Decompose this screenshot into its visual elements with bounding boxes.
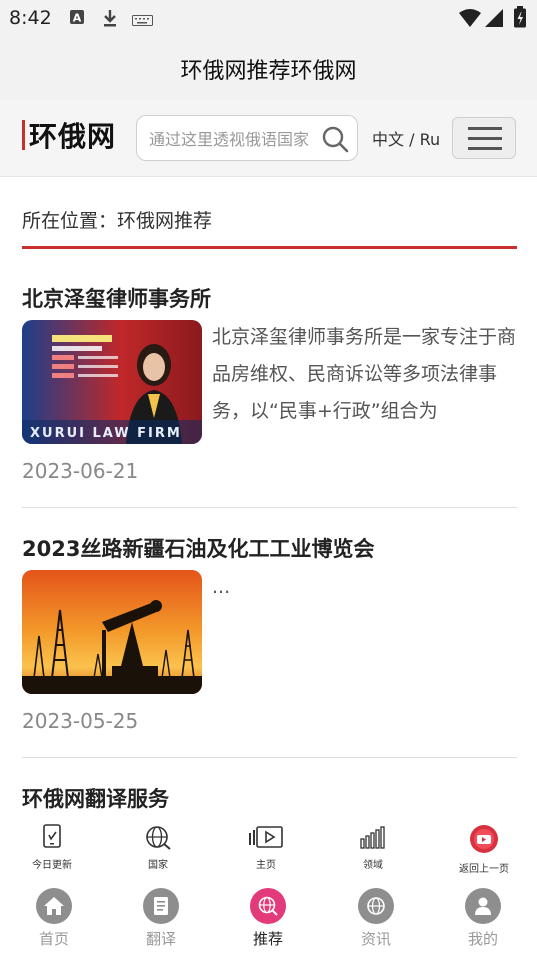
title-bar: 环俄网推荐环俄网 bbox=[0, 36, 537, 100]
nav-item-translate[interactable]: 翻译 bbox=[121, 888, 201, 949]
home-icon bbox=[36, 888, 72, 924]
quick-link-label: 领域 bbox=[363, 860, 383, 871]
menu-icon-line bbox=[468, 137, 502, 140]
logo-text: 环俄网 bbox=[29, 120, 117, 153]
quick-link-label: 国家 bbox=[148, 860, 168, 871]
globe-icon bbox=[358, 888, 394, 924]
search-input[interactable] bbox=[147, 126, 321, 152]
page-title: 环俄网推荐环俄网 bbox=[180, 59, 357, 84]
status-time: 8:42 bbox=[9, 7, 52, 29]
article-divider bbox=[22, 507, 517, 508]
article-date: 2023-06-21 bbox=[22, 459, 139, 483]
document-icon bbox=[143, 888, 179, 924]
nav-item-news[interactable]: 资讯 bbox=[336, 888, 416, 949]
article-excerpt: 北京泽玺律师事务所是一家专注于商品房维权、民商诉讼等多项法律事务，以“民事+行政… bbox=[212, 326, 517, 422]
quick-link-country[interactable]: 国家 bbox=[118, 824, 198, 871]
svg-text:A: A bbox=[73, 12, 82, 25]
menu-icon-line bbox=[468, 127, 502, 130]
nav-item-home[interactable]: 首页 bbox=[14, 888, 94, 949]
breadcrumb: 所在位置：环俄网推荐 bbox=[22, 210, 213, 232]
globe-icon bbox=[144, 826, 172, 854]
article-title[interactable]: 北京泽玺律师事务所 bbox=[22, 283, 211, 313]
quick-link-label: 主页 bbox=[256, 860, 276, 871]
quick-link-domain[interactable]: 领域 bbox=[333, 824, 413, 871]
bottom-nav: 首页 翻译 推荐 资讯 我的 bbox=[0, 876, 537, 956]
quick-link-back[interactable]: 返回上一页 bbox=[444, 824, 524, 875]
menu-icon-line bbox=[468, 147, 502, 150]
article-title[interactable]: 环俄网翻译服务 bbox=[22, 783, 169, 813]
quick-link-home[interactable]: 主页 bbox=[226, 824, 306, 871]
article-date: 2023-05-25 bbox=[22, 709, 139, 733]
nav-item-recommend[interactable]: 推荐 bbox=[228, 888, 308, 949]
globe-search-icon bbox=[250, 888, 286, 924]
quick-link-label: 返回上一页 bbox=[459, 864, 509, 875]
article-title[interactable]: 2023丝路新疆石油及化工工业博览会 bbox=[22, 533, 374, 563]
signal-bars-icon bbox=[359, 826, 387, 854]
site-logo[interactable]: 环俄网 bbox=[22, 118, 117, 153]
article-divider bbox=[22, 757, 517, 758]
breadcrumb-divider bbox=[22, 246, 517, 249]
nav-label: 推荐 bbox=[252, 930, 283, 948]
quick-link-label: 今日更新 bbox=[32, 860, 72, 871]
download-icon bbox=[102, 9, 118, 31]
quick-links-bar: 今日更新 国家 主页 领域 返回上一页 bbox=[0, 820, 537, 876]
logo-accent-bar bbox=[22, 120, 25, 150]
nav-item-mine[interactable]: 我的 bbox=[443, 888, 523, 949]
menu-button[interactable] bbox=[452, 117, 516, 159]
user-icon bbox=[465, 888, 501, 924]
tablet-icon bbox=[40, 824, 64, 854]
back-icon bbox=[468, 825, 500, 858]
search-box[interactable] bbox=[136, 115, 358, 161]
nav-label: 我的 bbox=[467, 930, 498, 948]
keyboard-a-icon: A bbox=[69, 9, 85, 29]
wifi-icon bbox=[458, 8, 482, 32]
nav-label: 首页 bbox=[38, 930, 69, 948]
article-thumbnail[interactable]: XURUI LAW FIRM bbox=[22, 320, 202, 444]
keyboard-icon bbox=[132, 12, 154, 31]
quick-link-today[interactable]: 今日更新 bbox=[12, 824, 92, 871]
video-icon bbox=[248, 826, 284, 854]
thumbnail-firm-text: XURUI LAW FIRM bbox=[30, 426, 182, 441]
article-excerpt: ... bbox=[212, 576, 231, 598]
battery-icon bbox=[513, 6, 527, 32]
search-icon[interactable] bbox=[321, 125, 349, 157]
language-switch[interactable]: 中文 / Ru bbox=[372, 126, 440, 150]
nav-label: 资讯 bbox=[360, 930, 391, 948]
cell-signal-icon bbox=[484, 8, 504, 32]
status-bar: 8:42 A bbox=[0, 0, 537, 36]
article-thumbnail[interactable] bbox=[22, 570, 202, 694]
nav-label: 翻译 bbox=[145, 930, 176, 948]
